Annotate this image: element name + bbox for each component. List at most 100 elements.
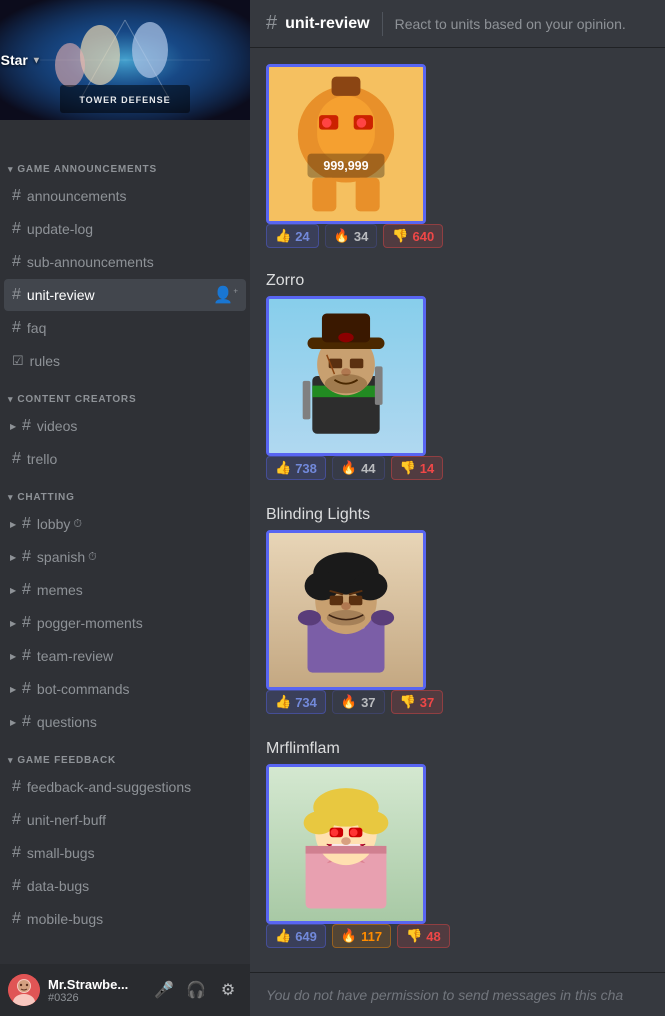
channel-name-mobile-bugs: mobile-bugs [27, 911, 103, 927]
unit-name-blinding: Blinding Lights [266, 506, 649, 524]
user-info: Mr.Strawbe... #0326 [48, 977, 142, 1004]
microphone-button[interactable]: 🎤 [150, 976, 178, 1004]
reaction-fire-first[interactable]: 🔥 34 [325, 224, 378, 248]
server-banner: TOWER DEFENSE ✦ All Star ▾ [0, 0, 250, 120]
channel-header-hash-icon: # [266, 12, 277, 35]
channel-header-description: React to units based on your opinion. [395, 16, 626, 32]
channel-item-trello[interactable]: # trello [4, 443, 246, 475]
hash-icon: # [22, 581, 31, 599]
main-content: # unit-review React to units based on yo… [250, 0, 665, 1016]
unit-name-zorro: Zorro [266, 272, 649, 290]
unit-name-mrflim: Mrflimflam [266, 740, 649, 758]
category-game-feedback: ▾ GAME FEEDBACK # feedback-and-suggestio… [0, 739, 250, 935]
channel-item-videos[interactable]: ▶ # videos [4, 410, 246, 442]
reaction-thumbsup-mrflim[interactable]: 👍 649 [266, 924, 326, 948]
channel-item-announcements[interactable]: # announcements [4, 180, 246, 212]
unit-card-zorro: Zorro [266, 272, 649, 486]
channel-name-spanish: spanish [37, 549, 85, 565]
unit-reactions-mrflim: 👍 649 🔥 117 👎 48 [266, 924, 649, 948]
hash-icon: # [22, 614, 31, 632]
category-content-creators: ▾ CONTENT CREATORS ▶ # videos # trello [0, 378, 250, 475]
reaction-fire-mrflim[interactable]: 🔥 117 [332, 924, 391, 948]
settings-button[interactable]: ⚙ [214, 976, 242, 1004]
category-header-chatting[interactable]: ▾ CHATTING [0, 476, 250, 507]
thumbsdown-emoji: 👎 [392, 228, 408, 244]
user-name: Mr.Strawbe... [48, 977, 142, 992]
server-header[interactable]: TOWER DEFENSE ✦ All Star ▾ [0, 0, 250, 148]
channel-item-team-review[interactable]: ▶ # team-review [4, 640, 246, 672]
hash-icon: # [12, 187, 21, 205]
server-name-header[interactable]: ✦ All Star ▾ [0, 8, 125, 112]
unit-reactions-first: 👍 24 🔥 34 👎 640 [266, 224, 649, 248]
channel-header-name: unit-review [285, 15, 369, 33]
channel-name-faq: faq [27, 320, 46, 336]
messages-area[interactable]: 999,999 👍 24 🔥 34 👎 [250, 48, 665, 972]
svg-text:999,999: 999,999 [323, 159, 368, 173]
thumbsdown-count: 37 [420, 695, 434, 710]
hash-icon: # [12, 877, 21, 895]
channel-item-rules[interactable]: ☑ rules [4, 345, 246, 377]
category-chevron-game-feedback: ▾ [8, 755, 13, 766]
channel-list: ▾ GAME ANNOUNCEMENTS # announcements # u… [0, 148, 250, 1016]
reaction-thumbsup-first[interactable]: 👍 24 [266, 224, 319, 248]
channel-name-memes: memes [37, 582, 83, 598]
channel-item-small-bugs[interactable]: # small-bugs [4, 837, 246, 869]
channel-item-update-log[interactable]: # update-log [4, 213, 246, 245]
channel-item-questions[interactable]: ▶ # questions [4, 706, 246, 738]
thumbsdown-emoji: 👎 [400, 460, 416, 476]
user-bar: Mr.Strawbe... #0326 🎤 🎧 ⚙ [0, 964, 250, 1016]
fire-count: 34 [354, 229, 368, 244]
collapsed-arrow-icon: ▶ [10, 422, 16, 431]
thumbsup-count: 649 [295, 929, 317, 944]
reaction-thumbsup-zorro[interactable]: 👍 738 [266, 456, 326, 480]
unit-image-blinding [266, 530, 426, 690]
category-chatting: ▾ CHATTING ▶ # lobby ⏱ ▶ # spanish ⏱ ▶ #… [0, 476, 250, 738]
category-header-game-announcements[interactable]: ▾ GAME ANNOUNCEMENTS [0, 148, 250, 179]
channel-item-feedback-suggestions[interactable]: # feedback-and-suggestions [4, 771, 246, 803]
channel-item-unit-review[interactable]: # unit-review 👤+ [4, 279, 246, 311]
hash-icon: # [12, 286, 21, 304]
unit-reactions-blinding: 👍 734 🔥 37 👎 37 [266, 690, 649, 714]
category-header-content-creators[interactable]: ▾ CONTENT CREATORS [0, 378, 250, 409]
channel-item-sub-announcements[interactable]: # sub-announcements [4, 246, 246, 278]
channel-name-feedback: feedback-and-suggestions [27, 779, 191, 795]
thumbsdown-emoji: 👎 [406, 928, 422, 944]
thumbsdown-emoji: 👎 [400, 694, 416, 710]
thumbsup-emoji: 👍 [275, 460, 291, 476]
channel-item-data-bugs[interactable]: # data-bugs [4, 870, 246, 902]
channel-name-bot-commands: bot-commands [37, 681, 130, 697]
reaction-fire-zorro[interactable]: 🔥 44 [332, 456, 385, 480]
unit-art-mrflim [269, 764, 423, 924]
channel-item-spanish[interactable]: ▶ # spanish ⏱ [4, 541, 246, 573]
category-header-game-feedback[interactable]: ▾ GAME FEEDBACK [0, 739, 250, 770]
hash-icon: # [12, 910, 21, 928]
slow-mode-icon: ⏱ [88, 551, 97, 564]
reaction-thumbsdown-mrflim[interactable]: 👎 48 [397, 924, 450, 948]
channel-item-unit-nerf-buff[interactable]: # unit-nerf-buff [4, 804, 246, 836]
hash-icon: # [22, 548, 31, 566]
channel-name-announcements: announcements [27, 188, 127, 204]
category-chevron-chatting: ▾ [8, 492, 13, 503]
add-member-icon[interactable]: 👤+ [213, 285, 238, 305]
headphones-button[interactable]: 🎧 [182, 976, 210, 1004]
channel-name-small-bugs: small-bugs [27, 845, 95, 861]
channel-name-unit-review: unit-review [27, 287, 95, 303]
reaction-thumbsdown-blinding[interactable]: 👎 37 [391, 690, 444, 714]
collapsed-arrow-icon: ▶ [10, 718, 16, 727]
channel-item-pogger-moments[interactable]: ▶ # pogger-moments [4, 607, 246, 639]
channel-item-faq[interactable]: # faq [4, 312, 246, 344]
unit-card-mrflim: Mrflimflam [266, 740, 649, 954]
thumbsdown-count: 48 [426, 929, 440, 944]
reaction-thumbsdown-zorro[interactable]: 👎 14 [391, 456, 444, 480]
reaction-thumbsdown-first[interactable]: 👎 640 [383, 224, 443, 248]
reaction-thumbsup-blinding[interactable]: 👍 734 [266, 690, 326, 714]
channel-item-bot-commands[interactable]: ▶ # bot-commands [4, 673, 246, 705]
collapsed-arrow-icon: ▶ [10, 520, 16, 529]
reaction-fire-blinding[interactable]: 🔥 37 [332, 690, 385, 714]
channel-item-mobile-bugs[interactable]: # mobile-bugs [4, 903, 246, 935]
thumbsup-emoji: 👍 [275, 228, 291, 244]
collapsed-arrow-icon: ▶ [10, 685, 16, 694]
channel-item-memes[interactable]: ▶ # memes [4, 574, 246, 606]
thumbsup-count: 24 [295, 229, 309, 244]
channel-item-lobby[interactable]: ▶ # lobby ⏱ [4, 508, 246, 540]
